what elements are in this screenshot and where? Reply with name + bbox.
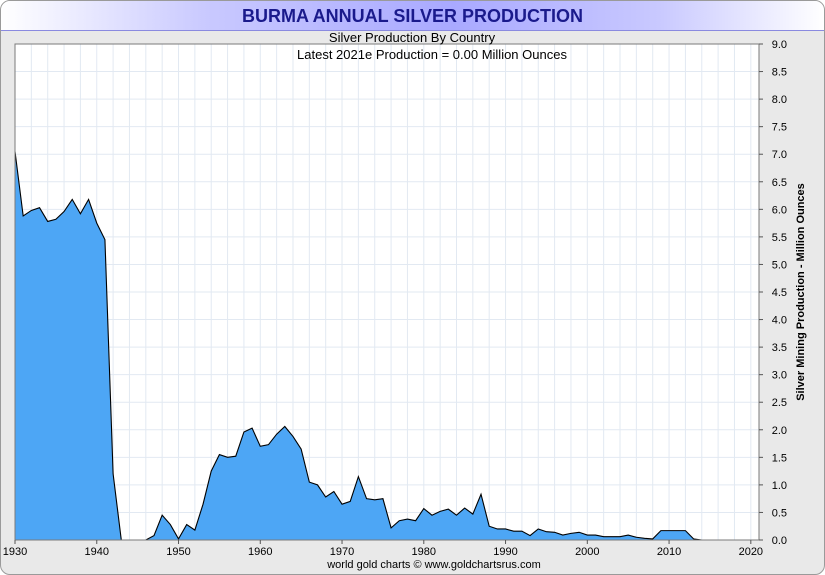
y-tick-label: 2.0 — [772, 425, 787, 437]
x-axis: 1930 1940 1950 1960 1970 1980 1990 2000 2010 2020 — [3, 540, 763, 558]
y-axis: 0.0 0.5 1.0 1.5 2.0 2.5 3.0 3.5 4.0 4.5 5.0 5.5 6.0 6… — [759, 39, 787, 547]
chart-svg: 0.0 0.5 1.0 1.5 2.0 2.5 3.0 3.5 4.0 4.5 5.0 5.5 6.0 6… — [3, 30, 807, 558]
y-tick-label: 0.5 — [772, 507, 787, 519]
y-tick-label: 9.0 — [772, 39, 787, 51]
footer-credit: world gold charts © www.goldchartsrus.co… — [327, 559, 541, 571]
y-tick-label: 5.0 — [772, 259, 787, 271]
y-tick-label: 5.5 — [772, 232, 787, 244]
latest-production-annotation: Latest 2021e Production = 0.00 Million O… — [297, 47, 567, 62]
y-tick-label: 1.0 — [772, 480, 787, 492]
x-tick-label: 1990 — [493, 546, 517, 558]
x-tick-label: 1970 — [330, 546, 354, 558]
y-tick-label: 0.0 — [772, 535, 787, 547]
y-tick-label: 7.0 — [772, 149, 787, 161]
y-tick-label: 2.5 — [772, 397, 787, 409]
y-tick-label: 6.5 — [772, 177, 787, 189]
y-tick-label: 4.5 — [772, 287, 787, 299]
x-tick-label: 1980 — [412, 546, 436, 558]
y-tick-label: 8.5 — [772, 67, 787, 79]
y-tick-label: 4.0 — [772, 315, 787, 327]
x-tick-label: 2020 — [739, 546, 763, 558]
x-tick-label: 1930 — [3, 546, 27, 558]
y-tick-label: 3.0 — [772, 370, 787, 382]
x-tick-label: 2010 — [657, 546, 681, 558]
y-tick-label: 7.5 — [772, 122, 787, 134]
x-tick-label: 1940 — [85, 546, 109, 558]
chart-subtitle: Silver Production By Country — [329, 30, 496, 45]
x-tick-label: 1960 — [248, 546, 272, 558]
y-tick-label: 8.0 — [772, 94, 787, 106]
x-tick-label: 1950 — [166, 546, 190, 558]
y-tick-label: 1.5 — [772, 452, 787, 464]
y-axis-label: Silver Mining Production - Million Ounce… — [795, 183, 807, 401]
x-tick-label: 2000 — [575, 546, 599, 558]
y-tick-label: 6.0 — [772, 204, 787, 216]
y-tick-label: 3.5 — [772, 342, 787, 354]
